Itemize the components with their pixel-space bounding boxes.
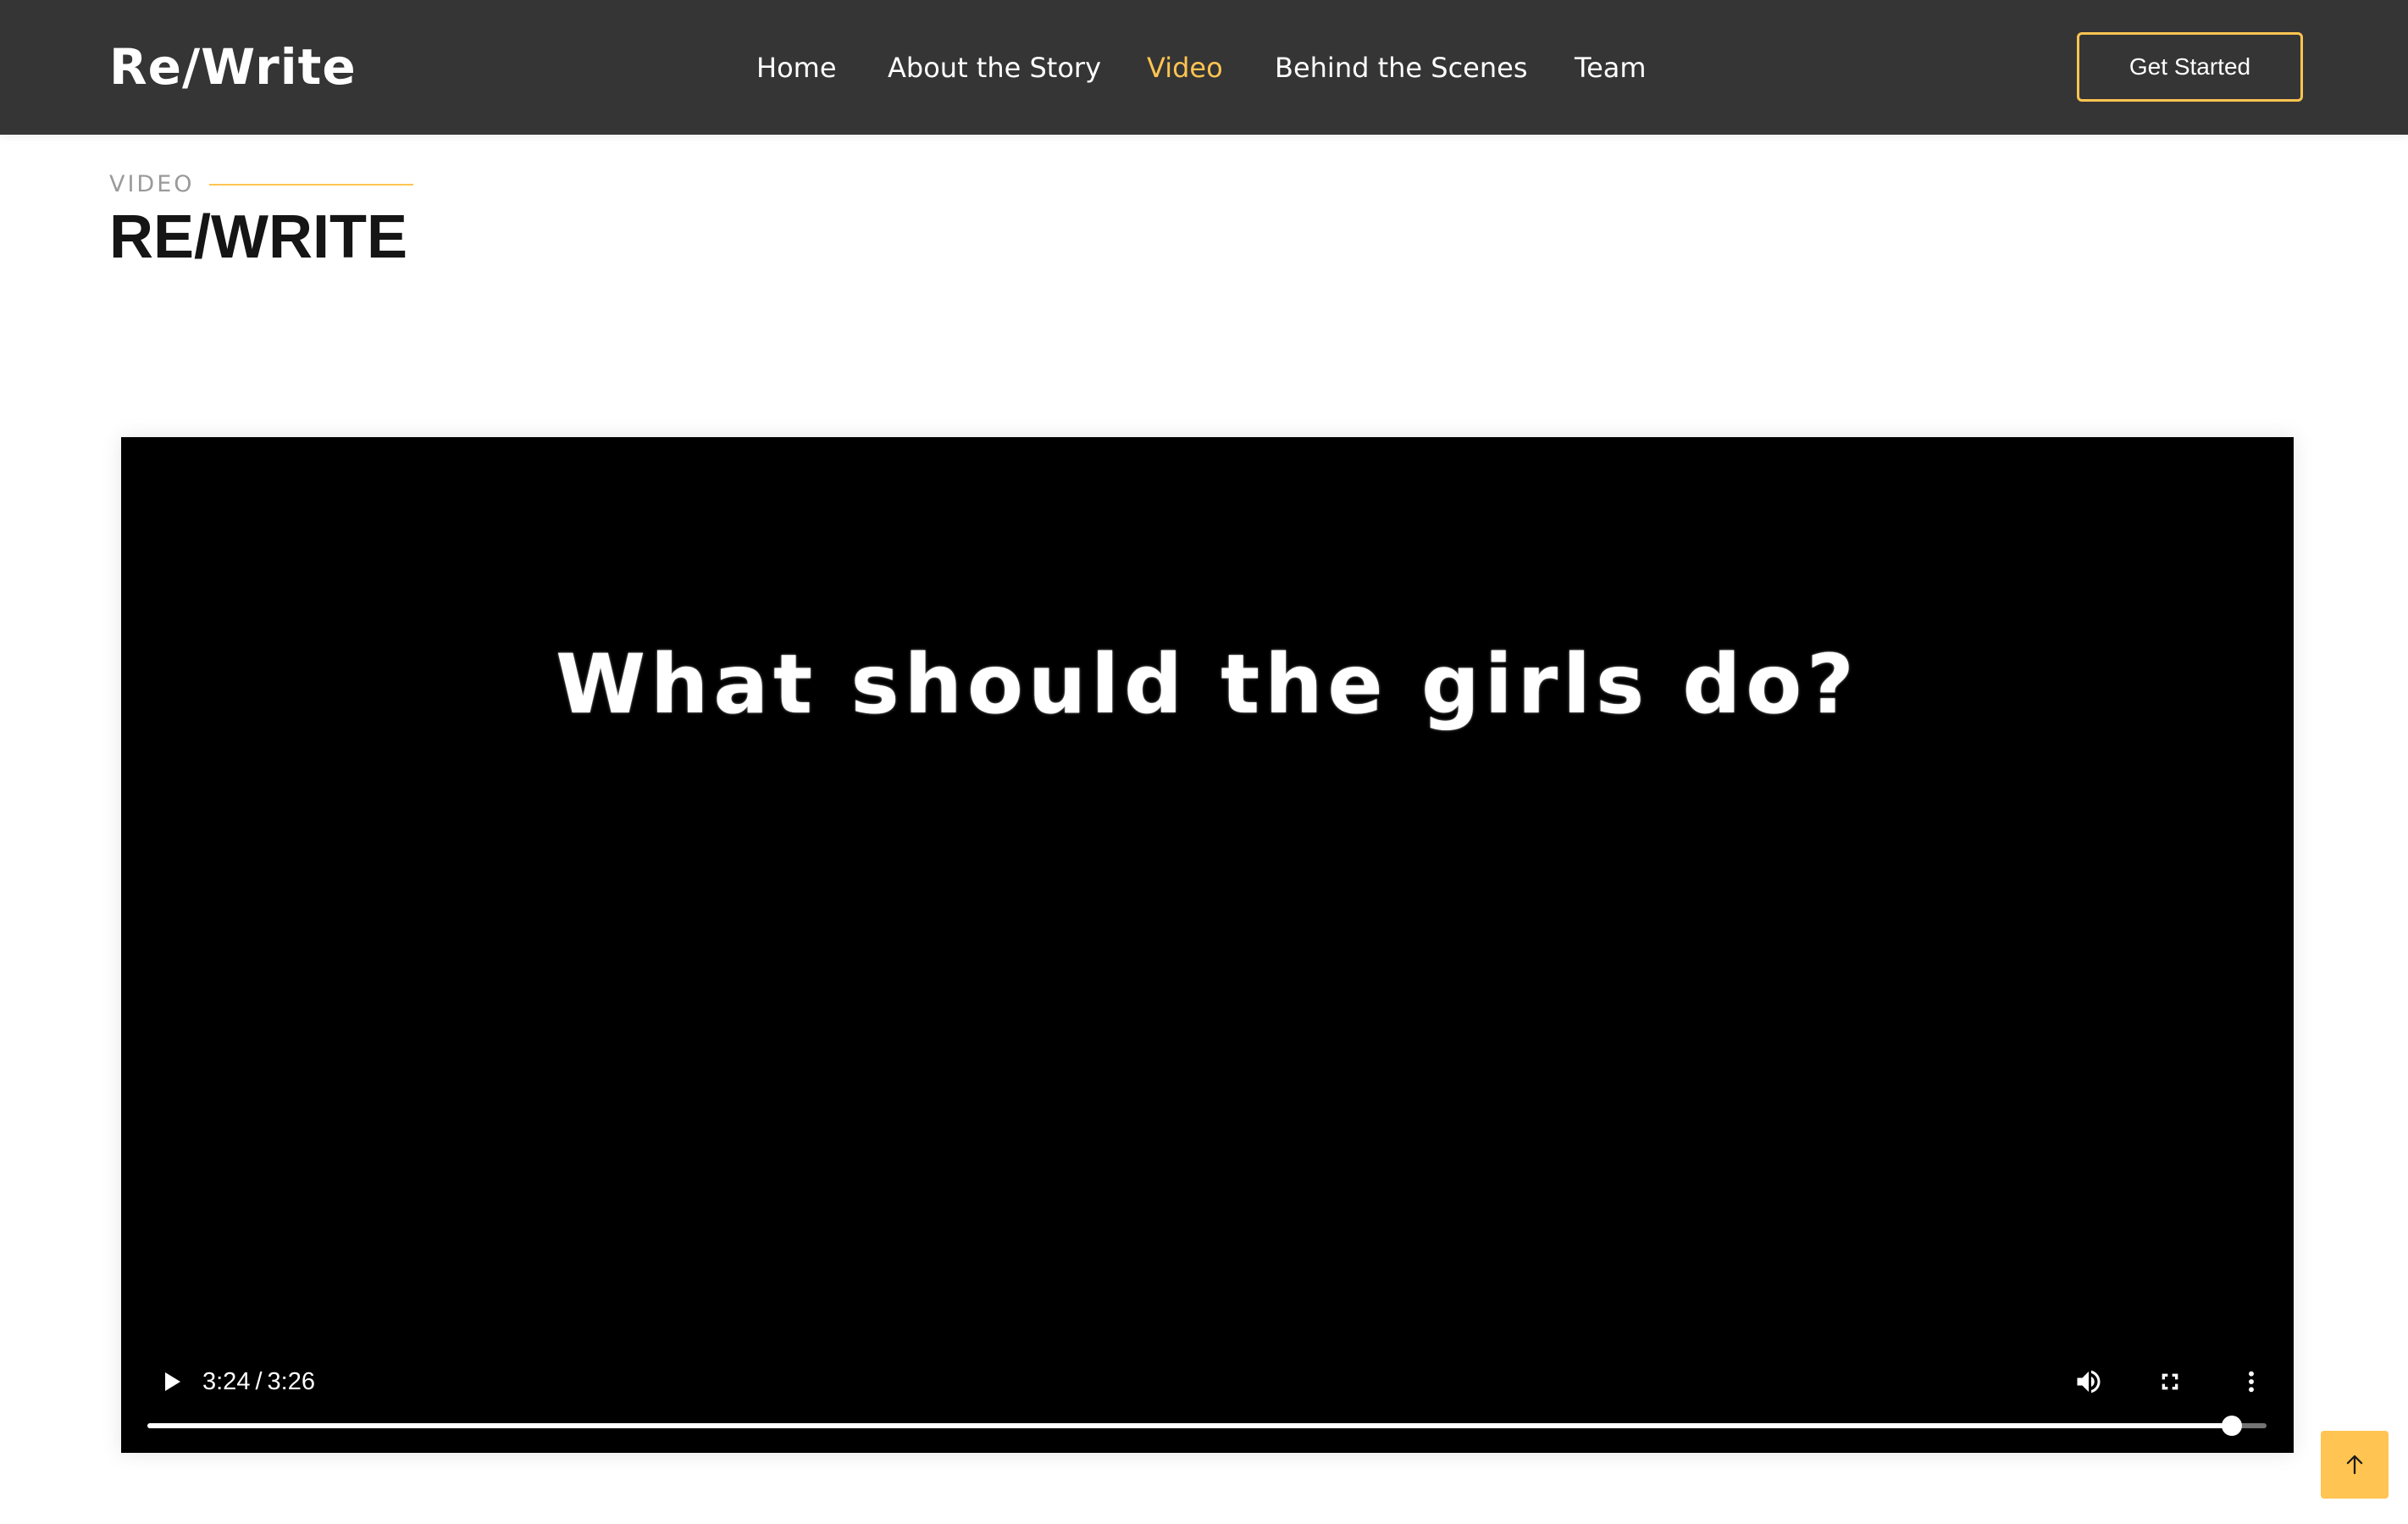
video-current-time: 3:24 [202,1368,251,1395]
video-duration: 3:26 [267,1368,315,1395]
nav-link-home[interactable]: Home [756,42,837,93]
nav-link-about-the-story[interactable]: About the Story [888,42,1101,93]
get-started-button[interactable]: Get Started [2077,32,2303,102]
section-eyebrow-divider [209,184,413,186]
nav-link-team[interactable]: Team [1575,42,1647,93]
volume-icon[interactable] [2063,1356,2114,1407]
video-progress-bar[interactable] [147,1416,2267,1436]
video-progress-thumb[interactable] [2222,1416,2243,1436]
page-title: RE/WRITE [109,203,407,271]
video-player[interactable]: What should the girls do? 3:24/3:26 [121,437,2294,1453]
site-header: Re/Write Home About the Story Video Behi… [0,0,2408,135]
back-to-top-button[interactable] [2321,1431,2389,1499]
video-time-separator: / [255,1368,263,1395]
site-logo[interactable]: Re/Write [109,36,357,98]
nav-link-behind-the-scenes[interactable]: Behind the Scenes [1275,42,1528,93]
play-icon[interactable] [147,1356,197,1407]
arrow-up-icon [2346,1455,2363,1475]
play-icon-glyph [165,1372,180,1391]
volume-icon-glyph [2077,1370,2101,1394]
more-options-icon-glyph [2249,1371,2254,1393]
section-eyebrow: VIDEO [109,171,195,197]
video-time-display: 3:24/3:26 [202,1365,315,1399]
video-frame-caption: What should the girls do? [556,637,1859,732]
fullscreen-icon-glyph [2162,1373,2178,1390]
video-controls: 3:24/3:26 [121,1334,2294,1453]
nav-link-video[interactable]: Video [1147,42,1223,93]
fullscreen-icon[interactable] [2145,1356,2195,1407]
more-options-icon[interactable] [2226,1356,2277,1407]
video-progress-fill [147,1423,2233,1428]
